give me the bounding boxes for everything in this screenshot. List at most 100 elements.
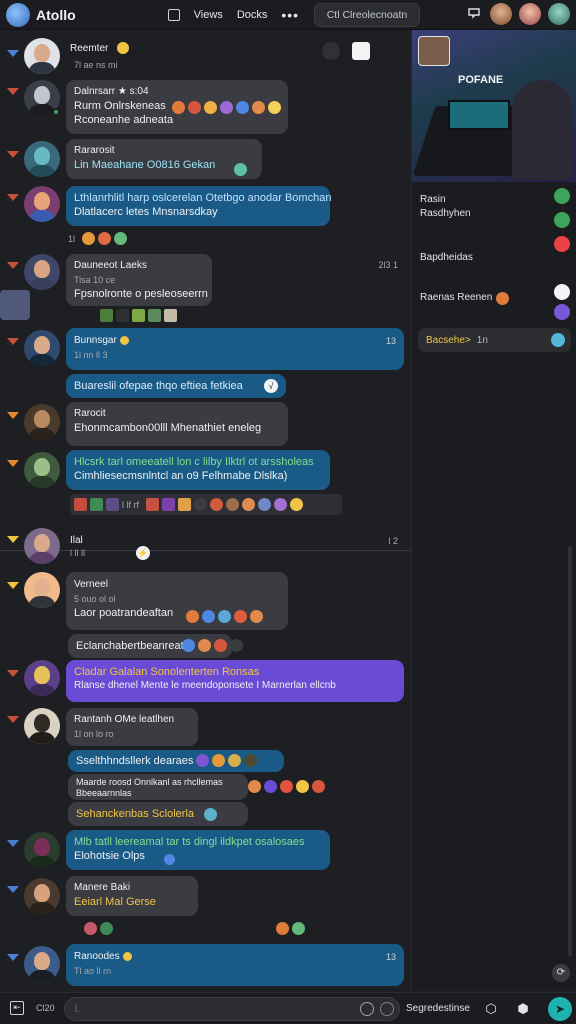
copy-icon[interactable] [352,42,370,60]
user-icon[interactable] [554,284,570,300]
avatar[interactable] [24,452,60,488]
message-text: Fpsnolronte o pesleoseerrn [74,288,208,300]
message-bubble[interactable]: Buareslil ofepae thqo eftiea fetkiea [66,374,286,398]
avatar[interactable] [24,330,60,366]
message-bubble[interactable]: Manere Baki Eeiarl Mal Gerse [66,876,198,916]
message-options-icon[interactable] [322,42,340,60]
scrollbar[interactable] [568,546,572,956]
destination-label[interactable]: Segredestinse [406,1003,470,1014]
stream-preview[interactable]: POFANE [412,30,576,182]
reaction-row[interactable] [84,922,113,935]
message-bubble[interactable]: Cladar Galalan Sonolenterten Ronsas Rlan… [66,660,404,702]
emoji-picker-icon[interactable] [380,1002,394,1016]
message-bubble[interactable]: Ranoodes Tl ao ll rn [66,944,404,986]
search-input[interactable]: Ctl Clreolecnoatn [314,3,420,27]
message-bubble[interactable]: Mlb tatll leereamal tar ts dingl ildkpet… [66,830,330,870]
reaction-count: 1l [68,233,76,244]
message-bubble[interactable]: Lthlanrhlitl harp oslcerelan Otetbgo ano… [66,186,331,226]
inbox-icon[interactable] [465,5,483,23]
emoji-icon[interactable] [164,854,175,865]
views-link[interactable]: Views [194,9,223,21]
flag-icon [7,88,19,95]
reaction-row[interactable]: l lf rf [70,494,342,515]
emoji-row[interactable] [196,754,257,767]
attach-icon[interactable] [360,1002,374,1016]
emoji-icon[interactable] [204,808,217,821]
avatar[interactable] [24,38,60,74]
panel-item-label[interactable]: Rasdhyhen [420,208,471,219]
app-logo[interactable] [6,2,30,27]
tag-icon [551,333,565,347]
check-icon[interactable]: √ [264,379,278,393]
timestamp: Tisa 10 ce [74,275,116,285]
panel-item-label[interactable]: Rasin [420,194,446,205]
reaction-row[interactable]: 1l [68,232,128,245]
message-bubble[interactable]: Sehanckenbas Sclolerla [68,802,248,826]
message-bubble[interactable]: Maarde roosd Onnlkanl as rhcllemas Bbeea… [68,774,248,800]
panel-tag[interactable]: Bacsehe> 1n [418,328,571,352]
more-icon[interactable]: ••• [281,7,299,23]
user-avatar-3[interactable] [548,3,570,25]
reply-icon[interactable]: ⚡ [136,546,150,560]
avatar[interactable] [24,404,60,440]
message-text: Buareslil ofepae thqo eftiea fetkiea [74,380,243,392]
message-text: Elohotsie Olps [74,850,145,862]
avatar[interactable] [24,141,60,177]
send-icon[interactable]: ➤ [548,997,572,1021]
avatar[interactable] [24,878,60,914]
status-icon[interactable] [554,188,570,204]
emoji-icon[interactable] [234,163,247,176]
message-bubble[interactable]: Hlcsrk tarl omeeatell lon c lilby Ilktrl… [66,450,330,490]
window-icon[interactable] [167,8,180,21]
message-list[interactable]: Reemter 7l ae ns mi Dalnrsarr ★ s:04 Rur… [0,30,410,990]
message-text: Rlanse dhenel Mente le meendoponsete I M… [74,680,336,691]
flag-icon [7,460,19,467]
user-avatar-2[interactable] [519,3,541,25]
docks-link[interactable]: Docks [237,9,268,21]
sticker-icon[interactable]: ⬢ [514,1000,532,1018]
panel-toggle-icon[interactable]: ⇤ [10,1001,24,1015]
message-bubble[interactable]: Bunnsgar 1l nn ll 3 [66,328,404,370]
status-icon[interactable] [554,236,570,252]
avatar[interactable] [24,572,60,608]
message-bubble[interactable]: Rararosit Lin Maeahane O0816 Gekan [66,139,262,179]
message-bubble[interactable]: Dauneeot Laeks Tisa 10 ce Fpsnolronte o … [66,254,212,306]
message-text: Ehonmcambon00lll Mhenathiet eneleg [74,422,262,434]
author-name: Verneel [74,579,108,590]
panel-item-label[interactable]: Bapdheidas [420,252,473,263]
emoji-row[interactable] [100,309,177,322]
avatar[interactable] [24,832,60,868]
reaction-row[interactable] [276,922,305,935]
panel-item-label[interactable]: Raenas Reenen [420,292,492,303]
jump-to-present-icon[interactable]: ⟳ [552,964,570,982]
app-title: Atollo [36,6,76,23]
message-bubble[interactable]: Rantanh OMe leatlhen 1l on lo ro [66,708,198,746]
message-bubble[interactable]: Rarocit Ehonmcambon00lll Mhenathiet enel… [66,402,288,446]
author-name[interactable]: Ilal [70,535,83,546]
avatar[interactable] [0,290,30,320]
emoji-row[interactable] [248,780,325,793]
flag-icon [7,262,19,269]
message-text: Rconeanhe adneata [74,114,174,126]
emoji-row[interactable] [172,101,281,114]
badge-icon [119,335,129,345]
avatar[interactable] [24,254,60,290]
emoji-row[interactable] [182,639,243,652]
avatar[interactable] [24,528,60,564]
side-panel: POFANE Rasin Rasdhyhen Bapdheidas Raenas… [411,30,576,990]
flag-icon [7,954,19,961]
status-icon[interactable] [554,212,570,228]
avatar[interactable] [24,660,60,696]
timestamp: 13 [385,952,396,962]
online-status-icon [52,108,60,116]
status-icon[interactable] [554,304,570,320]
author-name[interactable]: Reemter [70,43,108,54]
message-input[interactable] [64,997,400,1021]
avatar[interactable] [24,708,60,744]
gift-icon[interactable]: ⬡ [482,1000,500,1018]
avatar[interactable] [24,186,60,222]
avatar[interactable] [24,946,60,982]
flag-icon [7,338,19,345]
emoji-row[interactable] [186,610,263,623]
user-avatar-1[interactable] [490,3,512,25]
